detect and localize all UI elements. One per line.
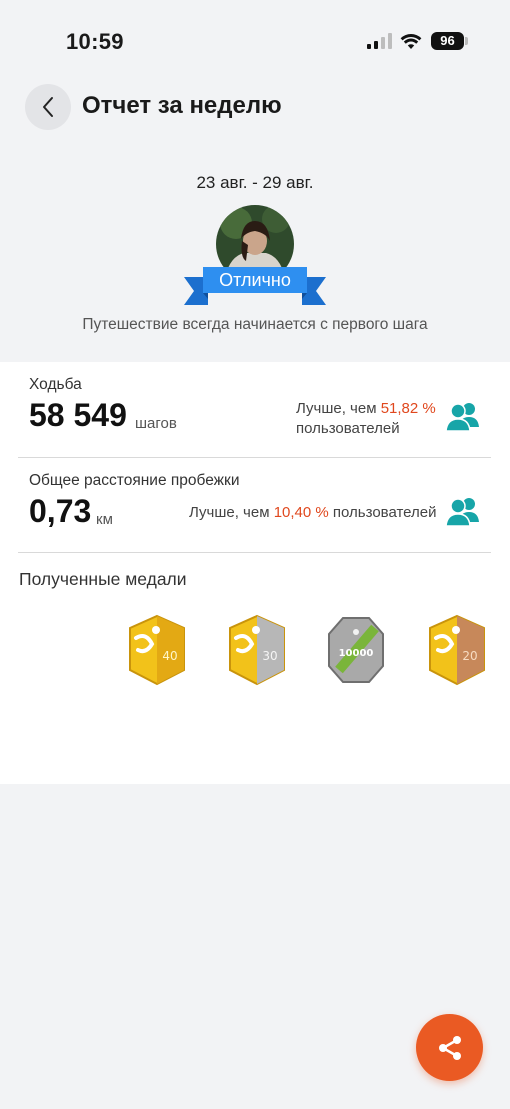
share-icon (438, 1035, 461, 1060)
medal-text-4: 20 (462, 649, 477, 663)
motto-text: Путешествие всегда начинается с первого … (82, 316, 428, 333)
divider (18, 457, 491, 458)
medal-text-2: 30 (262, 649, 277, 663)
walking-unit: шагов (135, 415, 177, 432)
wifi-icon (400, 34, 422, 49)
medal-text-3: 10000 (339, 648, 374, 659)
walking-compare-prefix: Лучше, чем (296, 400, 377, 417)
gold-medal-icon[interactable]: 40 (126, 614, 188, 686)
medals-title: Полученные медали (19, 569, 187, 589)
running-compare-suffix: пользователей (332, 504, 437, 521)
running-compare-percent: 10,40 % (273, 504, 329, 521)
battery-indicator: 96 (431, 32, 464, 50)
status-bar: 10:59 96 (0, 0, 510, 84)
silver-gold-medal-icon[interactable]: 30 (226, 614, 288, 686)
bronze-gold-medal-icon[interactable]: 20 (426, 614, 488, 686)
battery-tip (465, 37, 468, 45)
back-button[interactable] (25, 84, 71, 130)
chevron-left-icon (43, 97, 53, 117)
divider (18, 552, 491, 553)
share-button[interactable] (416, 1014, 483, 1081)
users-icon (445, 498, 479, 527)
walking-value: 58 549 (29, 397, 127, 433)
users-icon (445, 403, 479, 432)
silver-medal-icon[interactable]: 10000 (325, 614, 387, 686)
page-title: Отчет за неделю (82, 92, 282, 119)
walking-label: Ходьба (29, 376, 82, 393)
walking-compare-suffix: пользователей (296, 420, 400, 437)
medal-text-1: 40 (162, 649, 177, 663)
weekly-report-screen: 10:59 96 Отчет за неделю 23 авг. - 29 ав… (0, 0, 510, 1109)
status-time: 10:59 (66, 29, 124, 54)
signal-icon (367, 33, 392, 49)
running-unit: км (96, 511, 113, 528)
date-range: 23 авг. - 29 авг. (196, 173, 314, 192)
rating-badge-label: Отлично (219, 270, 291, 290)
running-label: Общее расстояние пробежки (29, 472, 240, 489)
running-value: 0,73 (29, 493, 92, 529)
walking-compare-percent: 51,82 % (380, 400, 436, 417)
running-compare-prefix: Лучше, чем (189, 504, 270, 521)
running-compare: Лучше, чем 10,40 % пользователей (189, 503, 437, 523)
walking-compare: Лучше, чем 51,82 % пользователей (296, 399, 436, 439)
